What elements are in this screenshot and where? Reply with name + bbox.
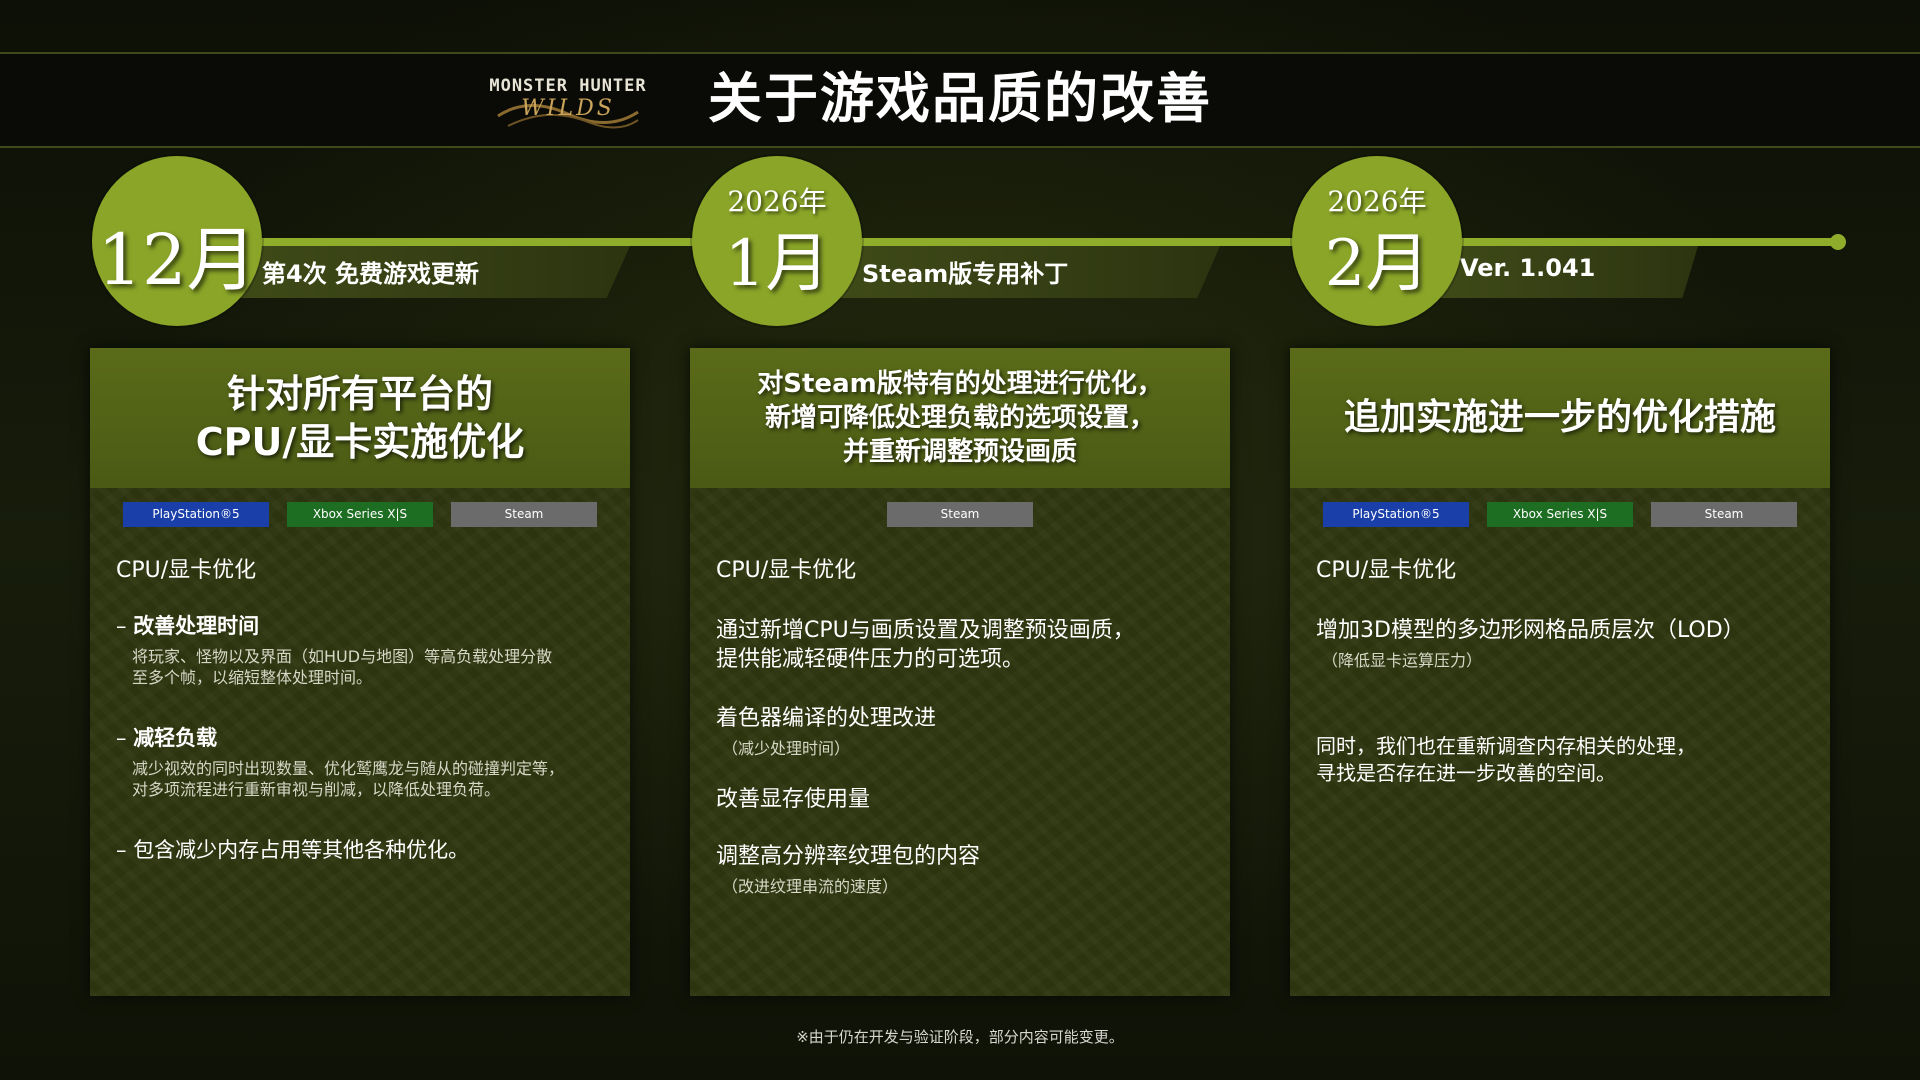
logo-line2: WILDS xyxy=(521,96,615,121)
item-text: 通过新增CPU与画质设置及调整预设画质， xyxy=(716,618,1135,643)
timeline-label-2: Steam版专用补丁 xyxy=(862,260,1069,288)
tag-steam: Steam xyxy=(887,502,1033,527)
list-item: 同时，我们也在重新调查内存相关的处理， 寻找是否存在进一步改善的空间。 xyxy=(1316,733,1814,787)
panel-content: CPU/显卡优化 改善处理时间 将玩家、怪物以及界面（如HUD与地图）等高负载处… xyxy=(116,552,614,898)
tag-xbox-series: Xbox Series X|S xyxy=(1487,502,1633,527)
page-title: 关于游戏品质的改善 xyxy=(708,67,1212,130)
item-text: 调整高分辨率纹理包的内容 xyxy=(716,844,981,869)
panel-heading-line: 新增可降低处理负载的选项设置， xyxy=(764,403,1155,433)
panel-heading-line: 并重新调整预设画质 xyxy=(842,437,1077,467)
section-title: CPU/显卡优化 xyxy=(716,558,857,583)
list-item: 包含减少内存占用等其他各种优化。 xyxy=(116,834,614,864)
section-title: CPU/显卡优化 xyxy=(116,558,257,583)
panel-header: 对Steam版特有的处理进行优化， 新增可降低处理负载的选项设置， 并重新调整预… xyxy=(690,348,1230,488)
timeline-label-3: Ver. 1.041 xyxy=(1460,254,1596,282)
panel-heading-line: CPU/显卡实施优化 xyxy=(195,420,525,464)
timeline-ribbon-2: Steam版专用补丁 xyxy=(840,246,1220,298)
list-item: 改善处理时间 将玩家、怪物以及界面（如HUD与地图）等高负载处理分散 至多个帧，… xyxy=(116,610,614,688)
platform-tags: Steam xyxy=(690,502,1230,527)
panel-heading-line: 针对所有平台的 xyxy=(226,372,493,416)
panel-header: 追加实施进一步的优化措施 xyxy=(1290,348,1830,488)
panel-january: 对Steam版特有的处理进行优化， 新增可降低处理负载的选项设置， 并重新调整预… xyxy=(690,348,1230,996)
logo-line1: MONSTER HUNTER xyxy=(489,76,647,96)
timeline-date-2: 2026年 1月 xyxy=(692,156,862,326)
tag-steam: Steam xyxy=(451,502,597,527)
item-text: 增加3D模型的多边形网格品质层次（LOD） xyxy=(1316,618,1745,643)
item-text: 改善显存使用量 xyxy=(716,787,871,812)
list-item: 调整高分辨率纹理包的内容 （改进纹理串流的速度） xyxy=(716,842,1214,897)
item-title: 减轻负载 xyxy=(116,722,614,752)
panel-header: 针对所有平台的 CPU/显卡实施优化 xyxy=(90,348,630,488)
list-item: 着色器编译的处理改进 （减少处理时间） xyxy=(716,704,1214,759)
list-item: 改善显存使用量 xyxy=(716,785,1214,814)
panel-content: CPU/显卡优化 增加3D模型的多边形网格品质层次（LOD） （降低显卡运算压力… xyxy=(1316,552,1814,821)
platform-tags: PlayStation®5 Xbox Series X|S Steam xyxy=(1290,502,1830,527)
timeline-line xyxy=(240,238,1838,246)
item-title: 包含减少内存占用等其他各种优化。 xyxy=(116,834,614,864)
tag-playstation5: PlayStation®5 xyxy=(123,502,269,527)
item-subnote: （减少处理时间） xyxy=(722,739,851,758)
timeline-ribbon-1: 第4次 免费游戏更新 xyxy=(240,246,630,298)
item-text: 寻找是否存在进一步改善的空间。 xyxy=(1316,761,1616,785)
game-logo: MONSTER HUNTER WILDS xyxy=(478,74,658,136)
timeline-month-1: 12月 xyxy=(97,219,257,301)
timeline-month-2: 1月 xyxy=(724,227,830,301)
panel-content: CPU/显卡优化 通过新增CPU与画质设置及调整预设画质， 提供能减轻硬件压力的… xyxy=(716,552,1214,931)
item-subnote: （改进纹理串流的速度） xyxy=(722,877,899,896)
list-item: 通过新增CPU与画质设置及调整预设画质， 提供能减轻硬件压力的可选项。 xyxy=(716,616,1214,674)
item-text: 提供能减轻硬件压力的可选项。 xyxy=(716,647,1025,672)
item-subnote: （降低显卡运算压力） xyxy=(1322,651,1483,670)
tag-xbox-series: Xbox Series X|S xyxy=(287,502,433,527)
section-title: CPU/显卡优化 xyxy=(1316,558,1457,583)
timeline-date-1: 12月 xyxy=(92,156,262,326)
timeline-ribbon-3: Ver. 1.041 xyxy=(1438,246,1698,298)
list-item: 增加3D模型的多边形网格品质层次（LOD） （降低显卡运算压力） xyxy=(1316,616,1814,671)
platform-tags: PlayStation®5 Xbox Series X|S Steam xyxy=(90,502,630,527)
item-desc: 至多个帧，以缩短整体处理时间。 xyxy=(132,668,373,687)
item-desc: 对多项流程进行重新审视与削减，以降低处理负荷。 xyxy=(132,780,501,799)
item-text: 着色器编译的处理改进 xyxy=(716,706,937,731)
panel-heading-line: 对Steam版特有的处理进行优化， xyxy=(757,369,1163,399)
item-desc: 将玩家、怪物以及界面（如HUD与地图）等高负载处理分散 xyxy=(132,647,553,666)
timeline-month-3: 2月 xyxy=(1324,227,1430,301)
panel-heading-line: 追加实施进一步的优化措施 xyxy=(1343,397,1776,438)
panel-february: 追加实施进一步的优化措施 PlayStation®5 Xbox Series X… xyxy=(1290,348,1830,996)
item-title: 改善处理时间 xyxy=(116,610,614,640)
item-desc: 减少视效的同时出现数量、优化鹫鹰龙与随从的碰撞判定等， xyxy=(132,759,565,778)
footer-note: ※由于仍在开发与验证阶段，部分内容可能变更。 xyxy=(796,1028,1124,1046)
timeline-end-dot xyxy=(1830,234,1846,250)
panel-december: 针对所有平台的 CPU/显卡实施优化 PlayStation®5 Xbox Se… xyxy=(90,348,630,996)
tag-steam: Steam xyxy=(1651,502,1797,527)
list-item: 减轻负载 减少视效的同时出现数量、优化鹫鹰龙与随从的碰撞判定等， 对多项流程进行… xyxy=(116,722,614,800)
timeline-date-3: 2026年 2月 xyxy=(1292,156,1462,326)
timeline-label-1: 第4次 免费游戏更新 xyxy=(262,260,480,288)
item-text: 同时，我们也在重新调查内存相关的处理， xyxy=(1316,734,1696,758)
tag-playstation5: PlayStation®5 xyxy=(1323,502,1469,527)
